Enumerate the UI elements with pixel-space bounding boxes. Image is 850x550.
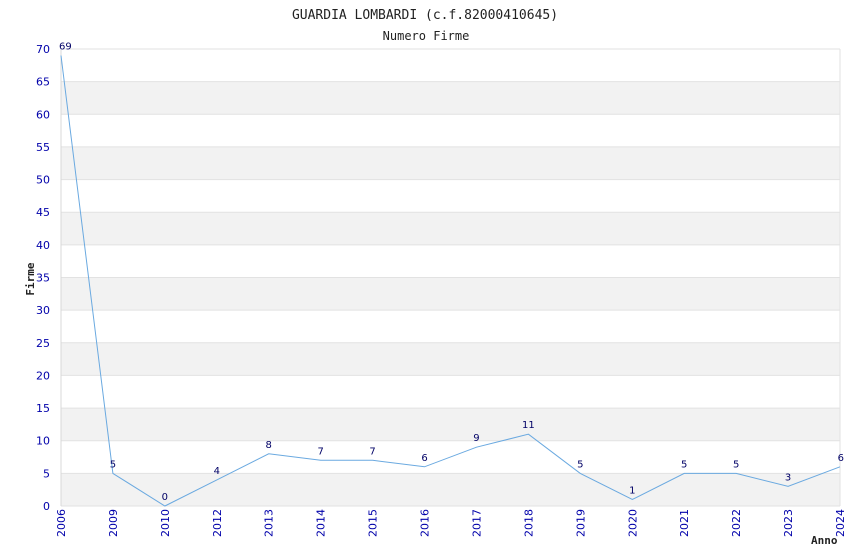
y-tick-label: 50 — [36, 174, 50, 187]
y-tick-label: 45 — [36, 206, 50, 219]
data-label: 5 — [733, 459, 739, 470]
data-label: 5 — [577, 459, 583, 470]
data-label: 5 — [110, 459, 116, 470]
x-tick-label: 2023 — [782, 509, 795, 537]
band-60 — [61, 81, 840, 115]
x-tick-label: 2009 — [107, 509, 120, 537]
x-tick-label: 2010 — [159, 509, 172, 537]
x-axis-ticks: 2006 2009 2010 2012 2013 2014 2015 2016 2017 2018… — [55, 509, 847, 537]
x-tick-label: 2019 — [574, 509, 587, 537]
band-30 — [61, 277, 840, 311]
x-tick-label: 2020 — [626, 509, 639, 537]
x-tick-label: 2014 — [315, 509, 328, 537]
data-label: 7 — [369, 446, 375, 457]
x-tick-label: 2013 — [263, 509, 276, 537]
y-tick-label: 65 — [36, 76, 50, 89]
y-tick-label: 15 — [36, 402, 50, 415]
data-label: 1 — [629, 485, 635, 496]
y-tick-label: 25 — [36, 337, 50, 350]
data-label: 3 — [785, 472, 791, 483]
x-tick-label: 2018 — [522, 509, 535, 537]
band-10 — [61, 408, 840, 441]
x-tick-label: 2015 — [367, 509, 380, 537]
y-tick-label: 0 — [43, 500, 50, 513]
chart-title: GUARDIA LOMBARDI (c.f.82000410645) — [292, 8, 558, 23]
data-label: 69 — [59, 42, 72, 53]
data-label: 8 — [266, 440, 272, 451]
y-tick-label: 60 — [36, 108, 50, 121]
y-tick-label: 70 — [36, 43, 50, 56]
background-bands — [61, 81, 840, 506]
x-tick-label: 2021 — [678, 509, 691, 537]
band-40 — [61, 212, 840, 245]
y-tick-label: 30 — [36, 304, 50, 317]
band-0 — [61, 473, 840, 506]
chart-subtitle: Numero Firme — [383, 29, 470, 43]
data-label: 5 — [681, 459, 687, 470]
line-chart: GUARDIA LOMBARDI (c.f.82000410645) Numer… — [24, 8, 847, 547]
band-50 — [61, 146, 840, 180]
band-20 — [61, 342, 840, 376]
x-tick-label: 2017 — [470, 509, 483, 537]
data-label: 6 — [838, 453, 844, 464]
x-tick-label: 2006 — [55, 509, 68, 537]
x-tick-label: 2022 — [730, 509, 743, 537]
data-label: 7 — [317, 446, 323, 457]
x-tick-label: 2012 — [211, 509, 224, 537]
data-label: 11 — [522, 420, 535, 431]
data-label: 6 — [421, 453, 427, 464]
y-tick-label: 40 — [36, 239, 50, 252]
y-tick-label: 20 — [36, 369, 50, 382]
y-tick-label: 55 — [36, 141, 50, 154]
x-tick-label: 2024 — [834, 509, 847, 537]
y-tick-label: 35 — [36, 272, 50, 285]
y-axis-ticks: 0 5 10 15 20 25 30 35 40 45 50 55 60 65 70 — [36, 43, 50, 513]
y-tick-label: 10 — [36, 435, 50, 448]
data-label: 4 — [214, 466, 220, 477]
x-tick-label: 2016 — [419, 509, 432, 537]
y-tick-label: 5 — [43, 467, 50, 480]
data-label: 0 — [162, 492, 168, 503]
data-label: 9 — [473, 433, 479, 444]
